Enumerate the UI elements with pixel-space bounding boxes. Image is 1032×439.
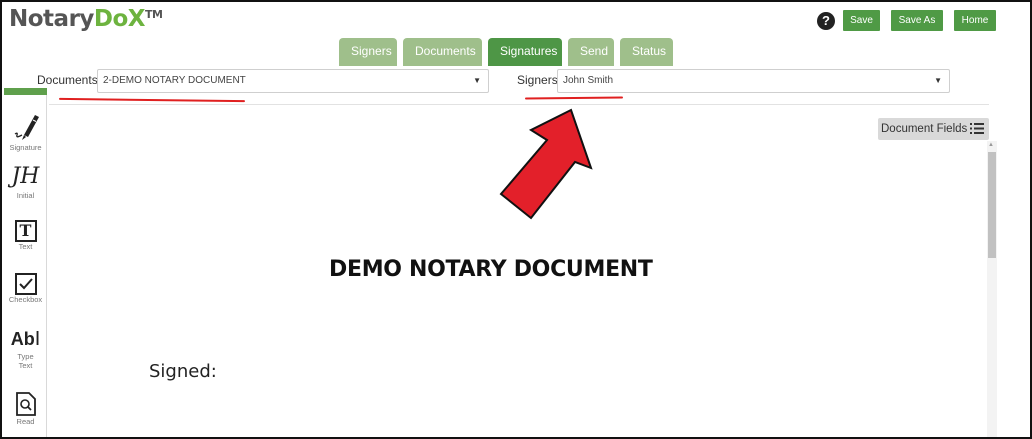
main-tabs: Signers Documents Signatures Send Status [339,38,673,66]
tab-signers[interactable]: Signers [339,38,397,66]
signature-tool[interactable]: Signature [4,109,47,152]
document-title: DEMO NOTARY DOCUMENT [329,257,653,282]
signers-select[interactable]: John Smith ▼ [557,69,950,93]
scrollbar-thumb[interactable] [988,152,996,258]
caret-down-icon: ▼ [934,76,942,85]
tab-signatures[interactable]: Signatures [488,38,562,66]
checkbox-tool-label: Checkbox [8,295,43,304]
caret-down-icon: ▼ [473,76,481,85]
tab-status[interactable]: Status [620,38,673,66]
save-as-button[interactable]: Save As [891,10,943,31]
annotation-underline-documents [58,97,246,103]
tab-send[interactable]: Send [568,38,614,66]
read-doc-icon [15,392,36,416]
signers-select-value: John Smith [563,75,614,86]
type-text-glyph: Ab [10,329,35,349]
app-logo[interactable]: NotaryDoXTM [9,6,163,32]
type-text-icon: AbI [10,328,41,350]
signature-tool-label: Signature [9,143,42,152]
type-text-tool[interactable]: AbI Type Text [4,328,47,370]
documents-select[interactable]: 2-DEMO NOTARY DOCUMENT ▼ [97,69,489,93]
list-icon [970,123,984,134]
save-button[interactable]: Save [843,10,880,31]
help-icon[interactable]: ? [817,12,835,30]
checkbox-tool[interactable]: Checkbox [4,273,47,304]
tab-documents[interactable]: Documents [403,38,482,66]
read-tool-label: Read [16,417,35,426]
checkbox-icon [14,273,37,295]
initial-tool[interactable]: JH Initial [4,164,47,201]
signers-label: Signers [517,73,558,87]
document-fields-button[interactable]: Document Fields [878,118,989,140]
app-window: NotaryDoXTM ? Save Save As Home Signers … [0,0,1032,439]
field-toolbar: Signature JH Initial T Text Checkbox AbI… [4,95,47,437]
logo-text-dox: DoX [93,6,146,32]
logo-text-notary: Notary [9,6,94,32]
type-text-tool-label-1: Type [17,352,34,361]
read-tool[interactable]: Read [4,391,47,426]
signed-label: Signed: [149,361,217,382]
type-text-tool-label-2: Text [18,361,33,370]
text-tool[interactable]: T Text [4,220,47,251]
toolbar-accent-bar [4,88,47,95]
documents-select-value: 2-DEMO NOTARY DOCUMENT [103,75,246,86]
pen-icon [14,115,39,140]
text-tool-label: Text [18,242,33,251]
annotation-arrow-icon [499,108,593,220]
logo-trademark: TM [145,8,163,21]
initial-tool-label: Initial [16,191,35,200]
documents-label: Documents [37,73,98,87]
text-box-icon: T [14,220,37,242]
divider [49,104,989,105]
document-fields-label: Document Fields [881,123,968,135]
home-button[interactable]: Home [954,10,996,31]
annotation-underline-signers [524,96,624,100]
scroll-up-icon[interactable]: ▲ [988,142,994,148]
initials-icon: JH [11,164,40,189]
